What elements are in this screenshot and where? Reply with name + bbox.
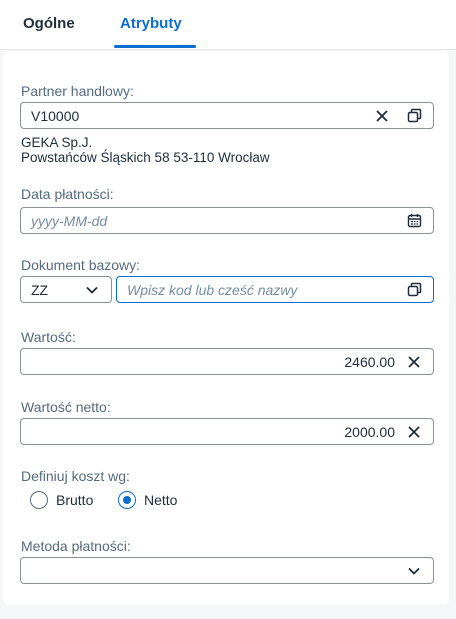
tab-general[interactable]: Ogólne bbox=[23, 15, 75, 32]
value-input[interactable]: 2460.00 bbox=[20, 348, 434, 375]
clear-icon[interactable] bbox=[401, 419, 427, 444]
partner-value: V10000 bbox=[31, 108, 80, 124]
radio-brutto[interactable] bbox=[30, 491, 48, 509]
value-label: Wartość: bbox=[21, 329, 76, 345]
payment-date-input[interactable]: yyyy-MM-dd bbox=[20, 207, 434, 234]
tab-attributes[interactable]: Atrybuty bbox=[120, 15, 182, 32]
chevron-down-icon[interactable] bbox=[401, 558, 427, 583]
payment-date-placeholder: yyyy-MM-dd bbox=[31, 213, 108, 229]
value-amount: 2460.00 bbox=[344, 354, 395, 370]
base-document-label: Dokument bazowy: bbox=[21, 257, 141, 273]
value-help-icon[interactable] bbox=[401, 103, 427, 128]
clear-icon[interactable] bbox=[369, 103, 395, 128]
value-help-icon[interactable] bbox=[401, 277, 427, 302]
active-tab-indicator bbox=[114, 45, 196, 48]
clear-icon[interactable] bbox=[401, 349, 427, 374]
radio-netto[interactable] bbox=[118, 491, 136, 509]
document-type-select[interactable]: ZZ bbox=[20, 276, 112, 303]
payment-method-select[interactable] bbox=[20, 557, 434, 584]
partner-name: GEKA Sp.J. bbox=[21, 135, 93, 150]
partner-input[interactable]: V10000 bbox=[20, 102, 434, 129]
tab-bar: Ogólne Atrybuty bbox=[0, 0, 456, 50]
cost-basis-label: Definiuj koszt wg: bbox=[21, 468, 130, 484]
net-value-label: Wartość netto: bbox=[21, 399, 111, 415]
document-search-placeholder: Wpisz kod lub cześć nazwy bbox=[127, 282, 298, 298]
document-search-input[interactable]: Wpisz kod lub cześć nazwy bbox=[116, 276, 434, 303]
payment-date-label: Data płatności: bbox=[21, 186, 114, 202]
attributes-panel: Partner handlowy: V10000 GEKA Sp.J. Pows… bbox=[3, 51, 449, 605]
net-value-input[interactable]: 2000.00 bbox=[20, 418, 434, 445]
net-value-amount: 2000.00 bbox=[344, 424, 395, 440]
payment-method-label: Metoda płatności: bbox=[21, 538, 131, 554]
radio-brutto-label[interactable]: Brutto bbox=[56, 492, 93, 508]
document-type-value: ZZ bbox=[31, 282, 49, 298]
chevron-down-icon[interactable] bbox=[79, 277, 105, 302]
calendar-icon[interactable] bbox=[401, 208, 427, 233]
radio-netto-label[interactable]: Netto bbox=[144, 492, 177, 508]
partner-label: Partner handlowy: bbox=[21, 83, 134, 99]
partner-address: Powstańców Śląskich 58 53-110 Wrocław bbox=[21, 150, 270, 165]
